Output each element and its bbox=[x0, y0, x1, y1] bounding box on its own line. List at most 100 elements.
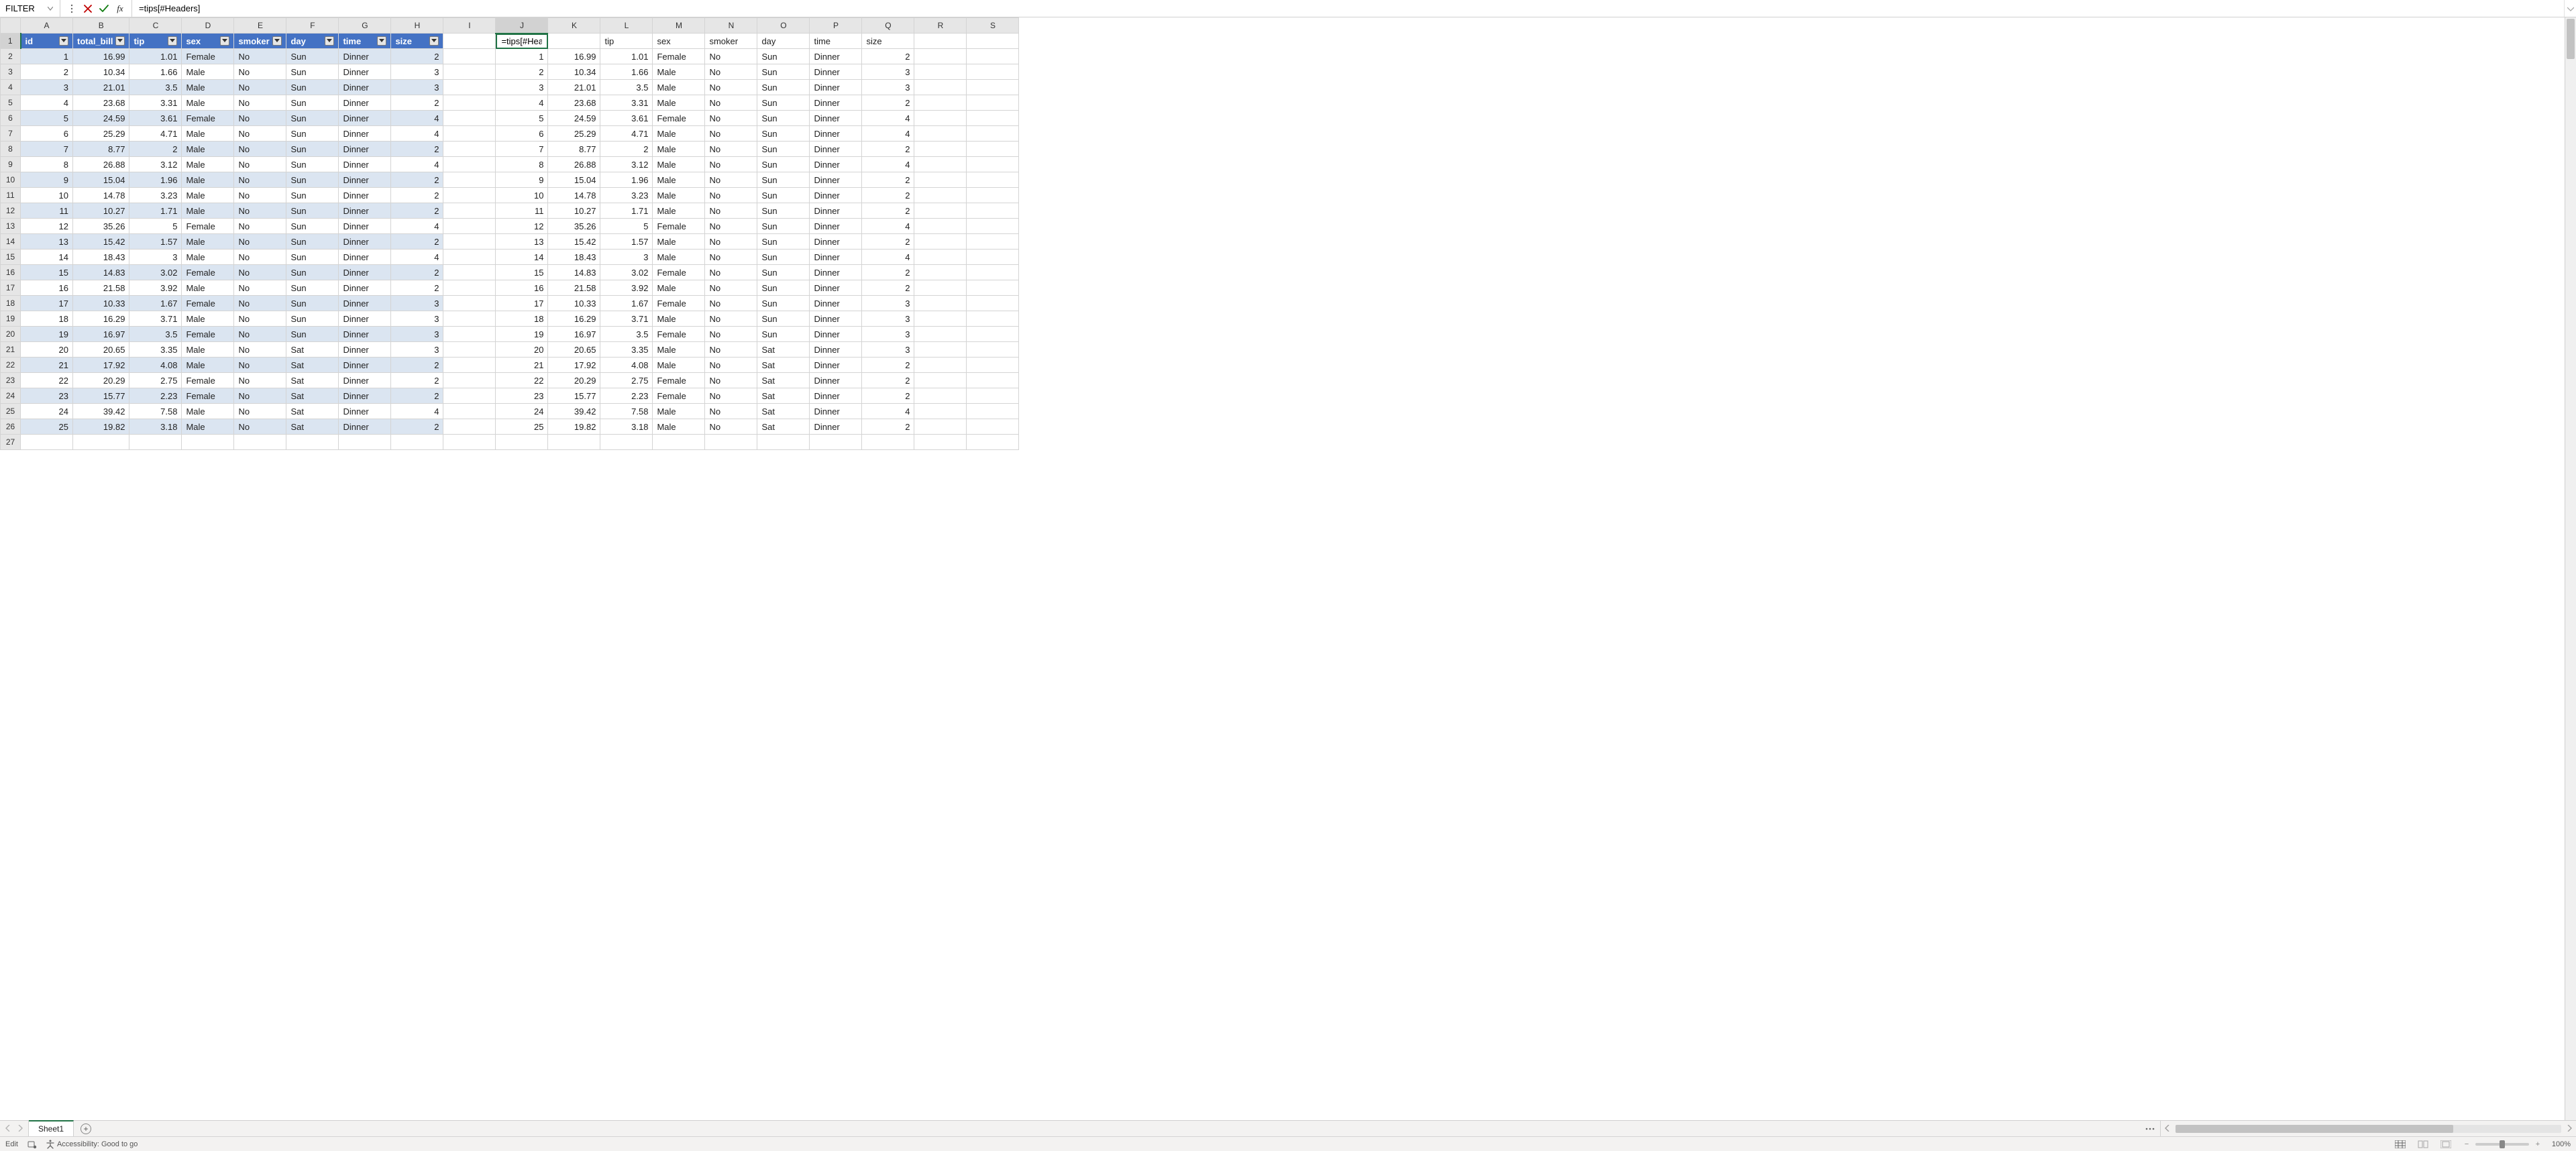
grid-cell[interactable] bbox=[443, 373, 496, 388]
row-header-26[interactable]: 26 bbox=[1, 419, 21, 435]
grid-cell[interactable] bbox=[914, 342, 967, 358]
table-cell[interactable]: Sun bbox=[286, 111, 338, 125]
table-cell[interactable]: 3.92 bbox=[129, 280, 181, 295]
table-cell[interactable]: No bbox=[234, 142, 286, 156]
spill-cell[interactable]: 4.71 bbox=[600, 126, 652, 141]
table-cell[interactable]: Sun bbox=[286, 126, 338, 141]
grid-cell[interactable] bbox=[443, 172, 496, 188]
table-cell[interactable]: 3.12 bbox=[129, 157, 181, 172]
spill-cell[interactable]: Female bbox=[653, 327, 704, 341]
grid-cell[interactable] bbox=[757, 435, 810, 450]
grid-cell[interactable]: Male bbox=[182, 234, 234, 250]
table-cell[interactable]: Dinner bbox=[339, 373, 390, 388]
grid-cell[interactable] bbox=[967, 358, 1019, 373]
grid-cell[interactable] bbox=[286, 435, 339, 450]
cell[interactable] bbox=[967, 327, 1018, 341]
grid-cell[interactable]: Sun bbox=[757, 49, 810, 64]
grid-cell[interactable] bbox=[967, 296, 1019, 311]
table-cell[interactable]: Sun bbox=[286, 142, 338, 156]
spill-cell[interactable]: 2 bbox=[862, 203, 914, 218]
table-cell[interactable]: Sun bbox=[286, 203, 338, 218]
cell[interactable] bbox=[810, 435, 861, 449]
grid-cell[interactable]: Dinner bbox=[339, 234, 391, 250]
table-cell[interactable]: 2 bbox=[391, 203, 443, 218]
grid-cell[interactable]: Dinner bbox=[339, 388, 391, 404]
spill-cell[interactable]: Sun bbox=[757, 311, 809, 326]
grid-cell[interactable] bbox=[914, 435, 967, 450]
spill-cell[interactable]: No bbox=[705, 188, 757, 203]
grid-cell[interactable] bbox=[443, 311, 496, 327]
grid-cell[interactable]: No bbox=[705, 342, 757, 358]
grid-cell[interactable]: Dinner bbox=[339, 142, 391, 157]
grid-cell[interactable]: Dinner bbox=[339, 203, 391, 219]
table-cell[interactable]: Sat bbox=[286, 388, 338, 403]
table-cell[interactable]: 2 bbox=[129, 142, 181, 156]
cell[interactable] bbox=[443, 327, 495, 341]
grid-cell[interactable]: 3.23 bbox=[600, 188, 653, 203]
table-cell[interactable]: Sun bbox=[286, 64, 338, 79]
spill-cell[interactable]: No bbox=[705, 280, 757, 295]
grid-cell[interactable]: Sat bbox=[757, 404, 810, 419]
grid-cell[interactable]: Sat bbox=[757, 419, 810, 435]
row-header-11[interactable]: 11 bbox=[1, 188, 21, 203]
spill-cell[interactable]: Dinner bbox=[810, 250, 861, 264]
grid-cell[interactable]: 2 bbox=[391, 203, 443, 219]
spill-cell[interactable]: Sun bbox=[757, 250, 809, 264]
cell[interactable] bbox=[967, 34, 1018, 48]
table-cell[interactable]: Sat bbox=[286, 342, 338, 357]
table-cell[interactable]: 1 bbox=[21, 49, 72, 64]
spill-cell[interactable]: 3.35 bbox=[600, 342, 652, 357]
spill-cell[interactable]: 20 bbox=[496, 342, 547, 357]
grid-cell[interactable]: 3.02 bbox=[600, 265, 653, 280]
table-cell[interactable]: Male bbox=[182, 250, 233, 264]
grid-cell[interactable]: Male bbox=[653, 280, 705, 296]
grid-cell[interactable] bbox=[914, 126, 967, 142]
table-cell[interactable]: 4 bbox=[391, 126, 443, 141]
grid-cell[interactable]: Sun bbox=[757, 234, 810, 250]
cell[interactable] bbox=[443, 126, 495, 141]
spill-cell[interactable]: 3.31 bbox=[600, 95, 652, 110]
cell[interactable] bbox=[443, 172, 495, 187]
grid-cell[interactable]: No bbox=[705, 311, 757, 327]
grid-cell[interactable]: 15.42 bbox=[548, 234, 600, 250]
table-cell[interactable]: 1.01 bbox=[129, 49, 181, 64]
grid-cell[interactable]: Dinner bbox=[810, 64, 862, 80]
table-cell[interactable]: Male bbox=[182, 419, 233, 434]
table-cell[interactable]: 19.82 bbox=[73, 419, 129, 434]
cell[interactable] bbox=[129, 435, 181, 449]
spill-cell[interactable]: 4 bbox=[862, 250, 914, 264]
grid-cell[interactable]: 4 bbox=[862, 219, 914, 234]
spill-cell[interactable]: Sat bbox=[757, 342, 809, 357]
grid-cell[interactable]: Sat bbox=[286, 404, 339, 419]
grid-cell[interactable]: 4 bbox=[391, 126, 443, 142]
spill-cell[interactable]: 3.02 bbox=[600, 265, 652, 280]
spill-cell[interactable]: Dinner bbox=[810, 80, 861, 95]
grid-cell[interactable] bbox=[967, 388, 1019, 404]
spill-cell[interactable]: 5 bbox=[496, 111, 547, 125]
table-cell[interactable]: Dinner bbox=[339, 203, 390, 218]
spill-cell[interactable]: 1.01 bbox=[600, 49, 652, 64]
grid-cell[interactable]: 2 bbox=[862, 280, 914, 296]
spill-cell[interactable]: Male bbox=[653, 188, 704, 203]
row-header-10[interactable]: 10 bbox=[1, 172, 21, 188]
grid-cell[interactable]: 15.04 bbox=[548, 172, 600, 188]
spill-header-cell[interactable]: day bbox=[757, 34, 809, 48]
grid-cell[interactable]: Dinner bbox=[810, 388, 862, 404]
table-cell[interactable]: Dinner bbox=[339, 265, 390, 280]
table-cell[interactable]: No bbox=[234, 157, 286, 172]
grid-cell[interactable]: 16.29 bbox=[548, 311, 600, 327]
table-cell[interactable]: No bbox=[234, 64, 286, 79]
spill-header-cell[interactable]: time bbox=[810, 34, 861, 48]
grid-cell[interactable]: Male bbox=[653, 311, 705, 327]
table-cell[interactable]: 2 bbox=[391, 280, 443, 295]
grid-cell[interactable]: Female bbox=[653, 111, 705, 126]
spill-cell[interactable]: No bbox=[705, 234, 757, 249]
grid-cell[interactable]: Dinner bbox=[810, 419, 862, 435]
grid-cell[interactable]: 3 bbox=[862, 64, 914, 80]
cell[interactable] bbox=[967, 142, 1018, 156]
table-cell[interactable]: Dinner bbox=[339, 234, 390, 249]
grid-cell[interactable]: Sat bbox=[757, 342, 810, 358]
grid-cell[interactable]: 4 bbox=[391, 219, 443, 234]
grid-cell[interactable]: Sat bbox=[286, 388, 339, 404]
grid-cell[interactable] bbox=[443, 157, 496, 172]
